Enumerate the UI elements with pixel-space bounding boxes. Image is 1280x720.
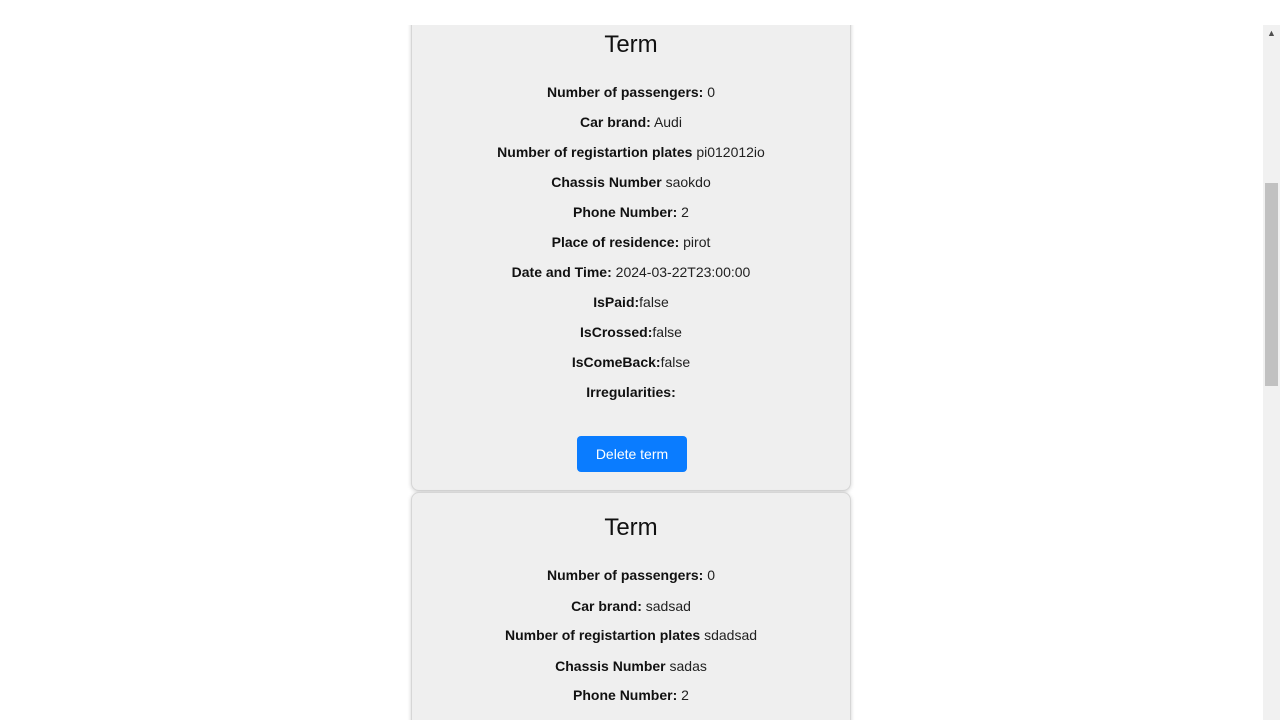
vertical-scrollbar[interactable]: ▲ (1263, 25, 1280, 720)
field-value: Audi (653, 114, 682, 130)
field-value: sadsad (645, 598, 691, 614)
field-label: Chassis Number (551, 174, 662, 190)
triangle-up-icon[interactable]: ▲ (1263, 25, 1280, 42)
field-value: sadas (669, 658, 707, 674)
field-chassis-number: Chassis Number sadas (412, 658, 850, 674)
field-value: 0 (707, 84, 716, 100)
field-value: sdadsad (704, 627, 758, 643)
field-is-crossed: IsCrossed:false (412, 324, 850, 340)
field-value: false (639, 294, 669, 310)
field-label: Number of passengers: (546, 567, 704, 583)
field-phone-number: Phone Number: 2 (412, 687, 850, 703)
field-registration-plates: Number of registartion plates pi012012io (412, 144, 850, 160)
field-label: Number of passengers: (546, 84, 704, 100)
field-label: Car brand: (580, 114, 651, 130)
field-value: 0 (707, 567, 716, 583)
field-value: 2 (681, 687, 689, 703)
field-value: pirot (683, 234, 711, 250)
field-date-time: Date and Time: 2024-03-22T23:00:00 (412, 264, 850, 280)
field-chassis-number: Chassis Number saokdo (412, 174, 850, 190)
card-title: Term (604, 514, 658, 541)
field-value: 2 (681, 204, 689, 220)
term-card: Term Number of passengers: 0 Car brand: … (411, 492, 851, 720)
field-phone-number: Phone Number: 2 (412, 204, 850, 220)
field-label: Place of residence: (551, 234, 680, 250)
field-passengers: Number of passengers: 0 (412, 567, 850, 583)
field-value: false (652, 324, 682, 340)
field-label: Number of registartion plates (504, 627, 701, 643)
page-viewport: Term Number of passengers: 0 Car brand: … (0, 0, 1263, 720)
field-label: Chassis Number (555, 658, 666, 674)
field-label: Car brand: (571, 598, 642, 614)
field-label: Phone Number: (573, 204, 678, 220)
field-is-paid: IsPaid:false (412, 294, 850, 310)
delete-term-button[interactable]: Delete term (577, 436, 687, 472)
field-value: pi012012io (696, 144, 765, 160)
card-title: Term (604, 31, 658, 58)
field-label: IsPaid: (593, 294, 640, 310)
field-label: Number of registartion plates (497, 144, 693, 160)
field-label: Irregularities: (586, 384, 676, 400)
top-strip (0, 0, 1263, 25)
field-passengers: Number of passengers: 0 (412, 84, 850, 100)
field-car-brand: Car brand: sadsad (412, 598, 850, 614)
field-value: false (660, 354, 691, 370)
field-value: 2024-03-22T23:00:00 (615, 264, 751, 280)
field-irregularities: Irregularities: (412, 384, 850, 400)
field-registration-plates: Number of registartion plates sdadsad (412, 627, 850, 643)
field-car-brand: Car brand: Audi (412, 114, 850, 130)
field-label: Date and Time: (511, 264, 612, 280)
field-label: IsCrossed: (580, 324, 653, 340)
scrollbar-thumb[interactable] (1265, 183, 1278, 386)
field-is-come-back: IsComeBack:false (412, 354, 850, 370)
field-label: IsComeBack: (571, 354, 661, 370)
term-card: Term Number of passengers: 0 Car brand: … (411, 0, 851, 491)
field-label: Phone Number: (573, 687, 678, 703)
field-value: saokdo (665, 174, 711, 190)
field-place-of-residence: Place of residence: pirot (412, 234, 850, 250)
